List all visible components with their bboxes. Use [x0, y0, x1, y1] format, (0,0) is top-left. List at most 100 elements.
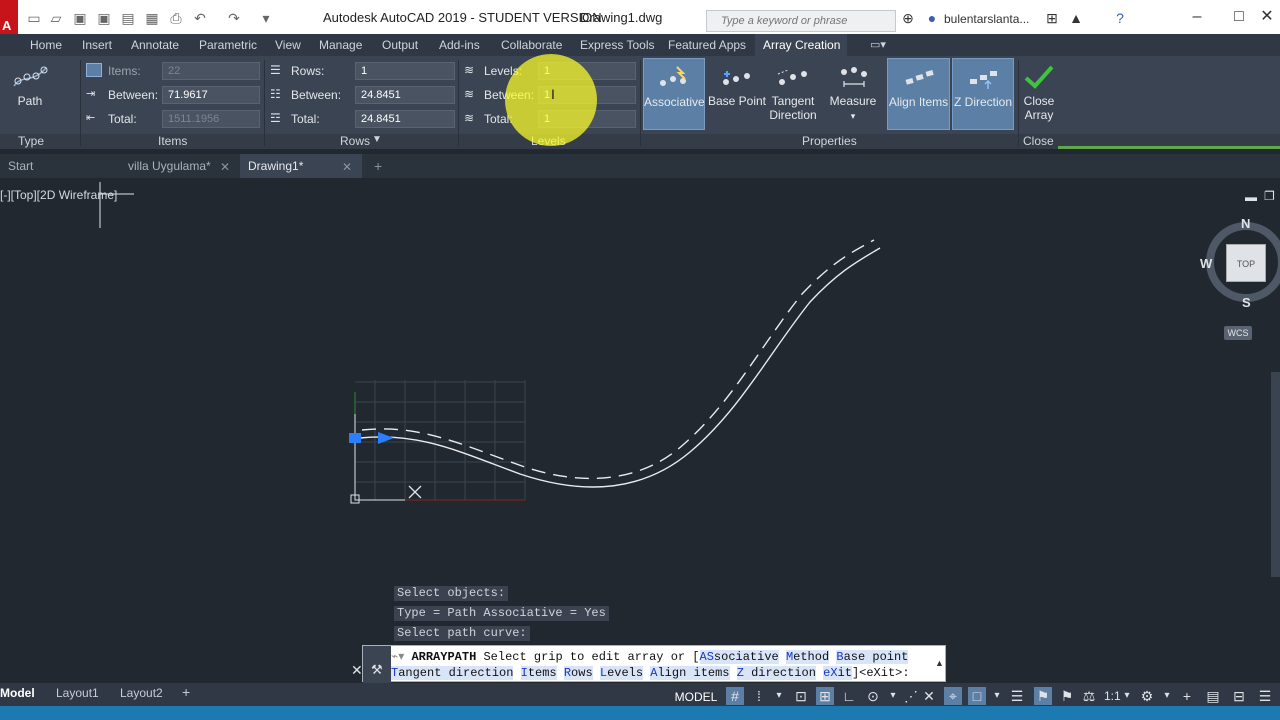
layout-tab-layout1[interactable]: Layout1 [56, 686, 99, 700]
close-tab-icon[interactable]: ✕ [220, 160, 230, 174]
option-tangent-direction[interactable]: Tangent direction [391, 666, 514, 680]
option-z-direction[interactable]: Z direction [736, 666, 816, 680]
close-window-button[interactable]: ✕ [1252, 6, 1280, 28]
tab-manage[interactable]: Manage [319, 38, 362, 52]
search-input[interactable] [721, 13, 891, 29]
doc-tab-start[interactable]: Start [0, 154, 118, 178]
items-count-field[interactable]: 22 [162, 62, 260, 80]
isodraft-icon[interactable]: ⋰ [902, 687, 920, 705]
snap-dropdown-icon[interactable]: ▾ [770, 687, 788, 705]
polar-dropdown-icon[interactable]: ▾ [884, 687, 902, 705]
annotation-visibility-icon[interactable]: ⚑ [1034, 687, 1052, 705]
polar-tracking-icon[interactable]: ⊙ [864, 687, 882, 705]
option-rows[interactable]: Rows [563, 666, 593, 680]
undo-icon[interactable]: ↶ [192, 10, 208, 26]
tab-array-creation[interactable]: Array Creation [763, 38, 840, 52]
path-type-button[interactable]: Path [4, 58, 56, 130]
layout-tab-layout2[interactable]: Layout2 [120, 686, 163, 700]
grid-icon[interactable]: # [726, 687, 744, 705]
rows-count-field[interactable]: 1 [355, 62, 455, 80]
tab-view[interactable]: View [275, 38, 301, 52]
align-items-button[interactable]: Align Items [887, 58, 950, 130]
close-command-line-icon[interactable]: ✕ [351, 662, 363, 679]
scale-dropdown-icon[interactable]: ▾ [1118, 687, 1136, 705]
navigation-bar[interactable] [1271, 372, 1280, 577]
osnap-dropdown-icon[interactable]: ▾ [988, 687, 1006, 705]
ribbon-toggle-icon[interactable]: ▭▾ [870, 38, 886, 51]
base-point-button[interactable]: Base Point [707, 58, 767, 130]
panel-label-rows[interactable]: Rows [340, 134, 370, 148]
lineweight-icon[interactable]: □ [968, 687, 986, 705]
annotation-monitor-icon[interactable]: + [1178, 687, 1196, 705]
quick-properties-icon[interactable]: ▤ [1204, 687, 1222, 705]
option-levels[interactable]: Levels [599, 666, 644, 680]
cart-icon[interactable]: ⊞ [1044, 10, 1060, 26]
tab-parametric[interactable]: Parametric [199, 38, 257, 52]
user-icon[interactable]: ● [924, 10, 940, 26]
object-snap-icon[interactable]: ⌖ [944, 687, 962, 705]
tangent-direction-button[interactable]: Tangent Direction [766, 58, 820, 130]
minimize-button[interactable]: – [1182, 6, 1212, 28]
model-space-button[interactable]: MODEL [672, 688, 720, 706]
option-align-items[interactable]: Align items [650, 666, 730, 680]
qat-dropdown-icon[interactable]: ▾ [258, 10, 274, 26]
open-file-icon[interactable]: ▱ [48, 10, 64, 26]
new-file-icon[interactable]: ▭ [26, 10, 42, 26]
workspace-dropdown-icon[interactable]: ▾ [1158, 687, 1176, 705]
transparency-icon[interactable]: ☰ [1008, 687, 1026, 705]
save-as-icon[interactable]: ▣ [96, 10, 112, 26]
maximize-button[interactable]: □ [1224, 6, 1254, 28]
save-icon[interactable]: ▣ [72, 10, 88, 26]
rows-expand-icon[interactable]: ▼ [372, 134, 382, 145]
measure-button[interactable]: Measure ▾ [824, 58, 882, 130]
help-icon[interactable]: ? [1112, 10, 1128, 26]
dynamic-input-icon[interactable]: ⊞ [816, 687, 834, 705]
infer-constraints-icon[interactable]: ⊡ [792, 687, 810, 705]
tab-insert[interactable]: Insert [82, 38, 112, 52]
associative-button[interactable]: Associative [643, 58, 705, 130]
items-total-field[interactable]: 1511.1956 [162, 110, 260, 128]
autodesk-a360-icon[interactable]: ▲ [1068, 10, 1084, 26]
tab-featured-apps[interactable]: Featured Apps [668, 38, 746, 52]
redo-icon[interactable]: ↷ [226, 10, 242, 26]
user-name[interactable]: bulentarslanta... [944, 12, 1029, 26]
rows-between-field[interactable]: 24.8451 [355, 86, 455, 104]
items-between-field[interactable]: 71.9617 [162, 86, 260, 104]
customization-icon[interactable]: ☰ [1256, 687, 1274, 705]
drawing-viewport[interactable] [0, 182, 1280, 682]
tab-home[interactable]: Home [30, 38, 62, 52]
tab-output[interactable]: Output [382, 38, 418, 52]
annotation-scale-icon[interactable]: ⚖ [1080, 687, 1098, 705]
workspace-gear-icon[interactable]: ⚙ [1138, 687, 1156, 705]
layout-tab-model[interactable]: Model [0, 686, 35, 700]
compass-south[interactable]: S [1242, 295, 1251, 310]
compass-north[interactable]: N [1241, 216, 1250, 231]
tab-express-tools[interactable]: Express Tools [580, 38, 654, 52]
option-base-point[interactable]: Base point [836, 650, 909, 664]
snap-icon[interactable]: ⁞ [750, 687, 768, 705]
compass-west[interactable]: W [1200, 256, 1212, 271]
auto-scale-icon[interactable]: ⚑ [1058, 687, 1076, 705]
viewport-minimize-icon[interactable]: ▬ [1245, 190, 1257, 204]
search-box[interactable] [706, 10, 896, 32]
upload-icon[interactable]: ▤ [120, 10, 136, 26]
binoculars-icon[interactable]: ⊕ [900, 10, 916, 26]
option-exit[interactable]: eXit [823, 666, 852, 680]
customize-wrench-icon[interactable]: ⚒ [371, 662, 383, 678]
drawing-canvas[interactable] [0, 182, 1280, 682]
wcs-menu[interactable]: WCS [1224, 326, 1252, 340]
export-icon[interactable]: ▦ [144, 10, 160, 26]
option-associative[interactable]: ASsociative [699, 650, 779, 664]
tab-annotate[interactable]: Annotate [131, 38, 179, 52]
new-tab-icon[interactable]: + [374, 158, 382, 174]
clean-screen-icon[interactable]: ⊟ [1230, 687, 1248, 705]
option-items[interactable]: Items [520, 666, 557, 680]
ortho-icon[interactable]: ∟ [840, 687, 858, 705]
tab-collaborate[interactable]: Collaborate [501, 38, 562, 52]
viewport-restore-icon[interactable]: ❐ [1264, 189, 1275, 203]
close-tab-icon[interactable]: ✕ [342, 160, 352, 174]
viewcube-top-face[interactable]: TOP [1226, 244, 1266, 282]
object-snap-tracking-icon[interactable]: ✕ [920, 687, 938, 705]
add-layout-icon[interactable]: + [182, 684, 190, 700]
command-line[interactable]: ✕ ⚒ ⌁▾ ARRAYPATH Select grip to edit arr… [351, 645, 946, 683]
